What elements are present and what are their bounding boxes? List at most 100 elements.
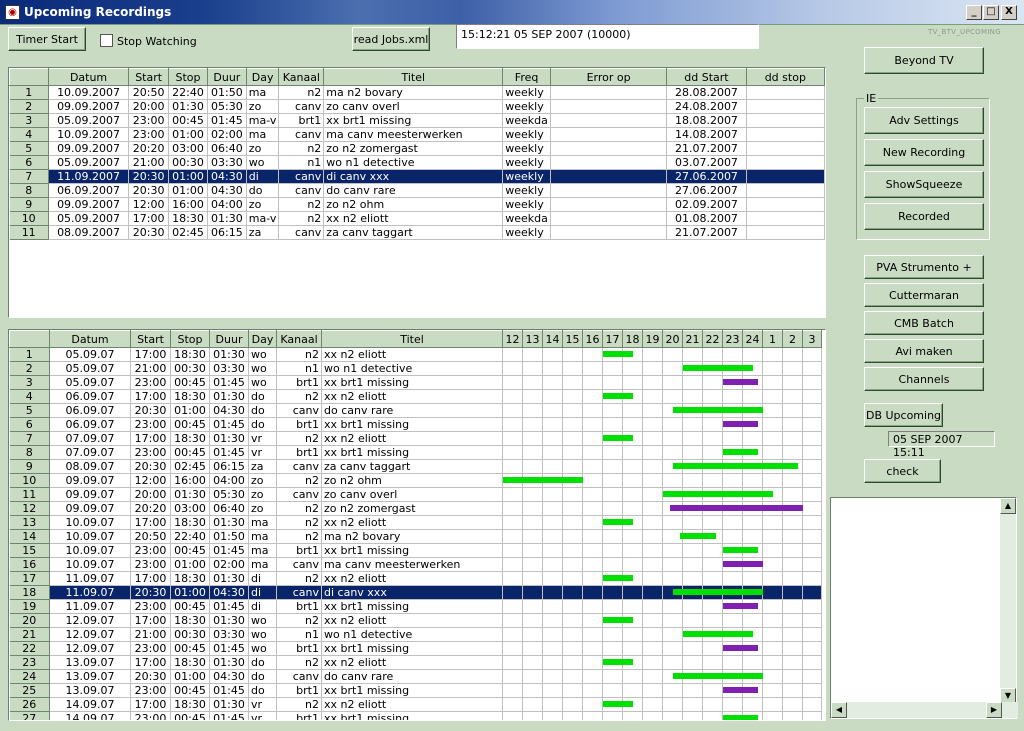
row-number[interactable]: 12 (9, 501, 50, 516)
table-cell[interactable]: 14.08.2007 (666, 127, 747, 142)
table-cell[interactable]: 11.09.07 (49, 585, 131, 600)
table-cell[interactable]: 01:30 (209, 655, 249, 670)
table-cell[interactable]: 01:00 (168, 169, 208, 184)
table-cell[interactable]: 03:00 (168, 141, 208, 156)
table-cell[interactable]: n2 (278, 197, 325, 212)
column-header[interactable]: Datum (47, 68, 130, 86)
table-cell[interactable]: 09.09.2007 (48, 197, 130, 212)
table-cell[interactable]: weekly (502, 183, 551, 198)
table-cell[interactable]: 13.09.07 (49, 669, 131, 684)
schedule-row[interactable]: 24 13.09.07 20:30 01:00 04:30 do canv do canv r… (9, 669, 822, 684)
table-cell[interactable]: xx n2 eliott (321, 571, 503, 586)
row-number[interactable]: 26 (9, 697, 50, 712)
table-cell[interactable]: 21:00 (130, 627, 171, 642)
table-cell[interactable]: 02.09.2007 (666, 197, 747, 212)
table-cell[interactable]: 09.09.2007 (48, 141, 130, 156)
table-cell[interactable]: wo n1 detective (321, 627, 503, 642)
table-cell[interactable]: weekly (502, 169, 551, 184)
table-cell[interactable]: weekly (502, 197, 551, 212)
table-cell[interactable]: 00:45 (170, 683, 210, 698)
schedule-row[interactable]: 8 07.09.07 23:00 00:45 01:45 vr brt1 xx brt1 mi… (9, 445, 822, 460)
table-row[interactable]: 1 10.09.2007 20:50 22:40 01:50 ma n2 ma n2 bova… (9, 85, 825, 100)
table-cell[interactable]: do (248, 417, 277, 432)
schedule-row[interactable]: 2 05.09.07 21:00 00:30 03:30 wo n1 wo n1 detect… (9, 361, 822, 376)
schedule-row[interactable]: 4 06.09.07 17:00 18:30 01:30 do n2 xx n2 eliott (9, 389, 822, 404)
row-number[interactable]: 17 (9, 571, 50, 586)
vertical-scrollbar[interactable]: ▲ ▼ (1000, 498, 1016, 704)
table-cell[interactable]: 09.09.07 (49, 487, 131, 502)
table-cell[interactable]: do canv rare (323, 183, 504, 198)
column-header[interactable]: Freq (502, 68, 551, 86)
table-cell[interactable]: 20:30 (128, 225, 170, 240)
schedule-row[interactable]: 13 10.09.07 17:00 18:30 01:30 ma n2 xx n2 eliot… (9, 515, 822, 530)
table-cell[interactable]: n1 (278, 155, 325, 170)
table-cell[interactable]: wo n1 detective (321, 361, 503, 376)
table-cell[interactable]: zo (248, 487, 277, 502)
table-cell[interactable]: canv (276, 585, 322, 600)
table-cell[interactable]: n2 (276, 515, 322, 530)
schedule-row[interactable]: 12 09.09.07 20:20 03:00 06:40 zo n2 zo n2 zomer… (9, 501, 822, 516)
table-cell[interactable]: n1 (276, 361, 322, 376)
table-cell[interactable]: vr (248, 697, 277, 712)
table-cell[interactable]: 11.09.2007 (48, 169, 130, 184)
table-cell[interactable]: 01:50 (209, 529, 249, 544)
table-cell[interactable]: 23:00 (130, 445, 171, 460)
table-cell[interactable]: ma n2 bovary (323, 85, 504, 100)
table-cell[interactable]: xx n2 eliott (321, 613, 503, 628)
table-cell[interactable]: canv (276, 403, 322, 418)
table-cell[interactable]: xx brt1 missing (323, 113, 504, 128)
table-cell[interactable]: di canv xxx (323, 169, 504, 184)
table-cell[interactable]: wo n1 detective (323, 155, 504, 170)
column-header[interactable]: Start (130, 330, 171, 348)
table-cell[interactable]: 27.06.2007 (666, 183, 747, 198)
stop-watching-checkbox[interactable] (100, 34, 113, 47)
table-cell[interactable]: weekly (502, 99, 551, 114)
table-cell[interactable]: 01:30 (209, 389, 249, 404)
table-cell[interactable]: canv (278, 99, 325, 114)
table-cell[interactable]: wo (246, 155, 280, 170)
column-header[interactable]: Titel (321, 330, 503, 348)
table-cell[interactable]: 06.09.07 (49, 417, 131, 432)
table-cell[interactable]: 18:30 (170, 697, 210, 712)
table-cell[interactable] (550, 113, 668, 128)
check-button[interactable]: check (864, 459, 941, 483)
table-cell[interactable]: do (246, 183, 280, 198)
table-cell[interactable]: 10.09.2007 (48, 85, 130, 100)
table-cell[interactable]: 17:00 (130, 515, 171, 530)
schedule-row[interactable]: 17 11.09.07 17:00 18:30 01:30 di n2 xx n2 eliot… (9, 571, 822, 586)
table-cell[interactable]: 12.09.07 (49, 613, 131, 628)
row-number[interactable]: 2 (9, 361, 50, 376)
table-cell[interactable]: 06:40 (207, 141, 247, 156)
column-header[interactable]: Duur (206, 68, 247, 86)
table-row[interactable]: 4 10.09.2007 23:00 01:00 02:00 ma canv ma canv … (9, 127, 825, 142)
table-cell[interactable]: 21.07.2007 (666, 225, 747, 240)
table-cell[interactable]: 20:20 (130, 501, 171, 516)
row-number[interactable]: 10 (9, 473, 50, 488)
table-cell[interactable]: 17:00 (130, 697, 171, 712)
schedule-row[interactable]: 26 14.09.07 17:00 18:30 01:30 vr n2 xx n2 eliot… (9, 697, 822, 712)
table-cell[interactable]: n2 (276, 473, 322, 488)
cuttermaran-button[interactable]: Cuttermaran (864, 283, 984, 307)
table-cell[interactable]: xx brt1 missing (321, 683, 503, 698)
schedule-row[interactable]: 22 12.09.07 23:00 00:45 01:45 wo brt1 xx brt1 m… (9, 641, 822, 656)
table-cell[interactable]: ma (246, 127, 280, 142)
table-cell[interactable]: 17:00 (130, 389, 171, 404)
table-cell[interactable]: xx n2 eliott (321, 515, 503, 530)
table-cell[interactable]: wo (248, 613, 277, 628)
table-cell[interactable]: 01:30 (168, 99, 208, 114)
table-cell[interactable] (746, 141, 825, 156)
table-cell[interactable]: n2 (276, 613, 322, 628)
schedule-row[interactable]: 7 07.09.07 17:00 18:30 01:30 vr n2 xx n2 eliott (9, 431, 822, 446)
schedule-row[interactable]: 1 05.09.07 17:00 18:30 01:30 wo n2 xx n2 eliott (9, 347, 822, 362)
table-cell[interactable]: 07.09.07 (49, 431, 131, 446)
table-cell[interactable]: xx brt1 missing (321, 599, 503, 614)
schedule-grid[interactable]: Datum Start Stop Duur Day Kanaal Titel 12 13 14 15… (8, 329, 826, 721)
table-cell[interactable]: ma n2 bovary (321, 529, 503, 544)
table-cell[interactable]: do canv rare (321, 403, 503, 418)
table-cell[interactable]: 05.09.2007 (48, 211, 130, 226)
column-header[interactable]: Error op (549, 68, 668, 86)
table-cell[interactable]: n2 (276, 529, 322, 544)
maximize-button[interactable]: □ (983, 5, 999, 20)
schedule-row[interactable]: 3 05.09.07 23:00 00:45 01:45 wo brt1 xx brt1 mi… (9, 375, 822, 390)
beyond-tv-button[interactable]: Beyond TV (864, 47, 984, 74)
